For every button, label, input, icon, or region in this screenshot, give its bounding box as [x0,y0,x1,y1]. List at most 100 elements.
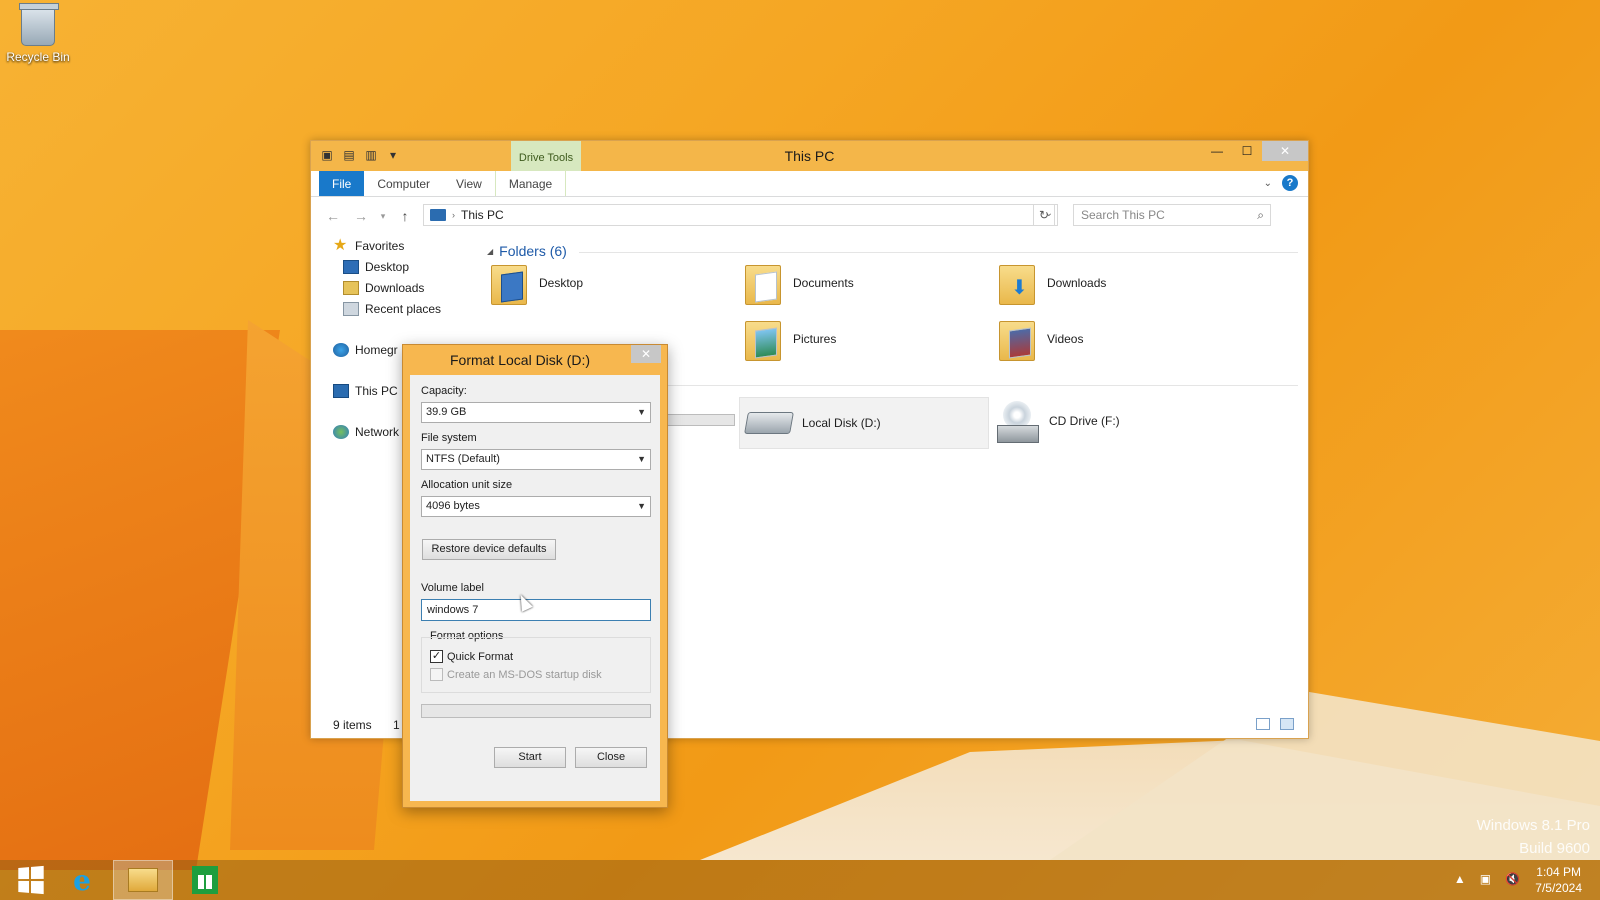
window-titlebar[interactable]: ▣ ▤ ▥ ▾ Drive Tools This PC — ☐ ✕ [311,141,1308,171]
address-bar[interactable]: › This PC ⌄ [423,204,1058,226]
recycle-bin-shortcut[interactable]: Recycle Bin [6,3,70,64]
windows-logo-icon [18,865,44,895]
large-icons-view-icon[interactable] [1280,718,1294,730]
file-system-select[interactable]: NTFS (Default) ▼ [421,449,651,470]
tab-manage[interactable]: Manage [494,171,567,196]
dialog-title: Format Local Disk (D:) [449,352,591,368]
up-button[interactable]: ↑ [395,206,415,226]
quick-format-checkbox[interactable]: ✓ Quick Format [430,650,513,663]
sidebar-item-homegroup[interactable]: Homegr [333,343,398,357]
taskbar-store[interactable] [175,860,235,900]
format-options-group: ✓ Quick Format Create an MS-DOS startup … [421,637,651,693]
network-status-icon[interactable]: ▣ [1480,872,1491,886]
chevron-down-icon: ▼ [637,407,646,417]
dialog-close-button[interactable]: ✕ [631,345,661,363]
network-icon [333,425,349,439]
start-button[interactable]: Start [494,747,566,768]
folder-item-desktop[interactable]: Desktop [489,261,583,305]
sidebar-item-desktop[interactable]: Desktop [343,260,409,274]
breadcrumb-separator-icon: › [452,210,455,220]
tab-file[interactable]: File [319,171,365,196]
search-input[interactable]: Search This PC ⌕ [1073,204,1271,226]
sidebar-item-this-pc[interactable]: This PC [333,384,398,398]
format-progress-bar [421,704,651,718]
collapse-triangle-icon: ◢ [487,246,494,256]
windows-watermark: Windows 8.1 Pro Build 9600 [1476,817,1590,857]
taskbar-file-explorer[interactable] [113,860,173,900]
chevron-down-icon: ▼ [637,454,646,464]
volume-label-input[interactable]: windows 7 [421,599,651,621]
show-hidden-icons-icon[interactable]: ▲ [1454,872,1466,886]
folder-item-videos[interactable]: Videos [997,317,1083,361]
allocation-unit-label: Allocation unit size [421,479,513,491]
recycle-bin-label: Recycle Bin [6,50,70,64]
recent-places-icon [343,302,359,316]
help-icon[interactable]: ? [1282,175,1298,191]
tab-view[interactable]: View [443,171,495,196]
capacity-label: Capacity: [421,385,467,397]
sidebar-item-recent-places[interactable]: Recent places [343,302,441,316]
taskbar-internet-explorer[interactable]: e [52,860,112,900]
sidebar-item-network[interactable]: Network [333,425,399,439]
internet-explorer-icon: e [73,863,91,897]
search-icon[interactable]: ⌕ [1257,205,1264,225]
maximize-button[interactable]: ☐ [1232,141,1262,161]
window-title: This PC [784,148,835,164]
folder-item-downloads[interactable]: Downloads [997,261,1106,305]
folder-item-pictures[interactable]: Pictures [743,317,836,361]
close-button[interactable]: ✕ [1262,141,1308,161]
start-button[interactable] [0,860,60,900]
close-dialog-button[interactable]: Close [575,747,647,768]
file-explorer-icon [128,868,158,892]
ribbon-tabs: File Computer View Manage ⌄ ? [311,171,1308,197]
checkbox-checked-icon: ✓ [430,650,443,663]
sidebar-item-favorites[interactable]: ★ Favorites [333,237,404,254]
drive-item-local-disk-d[interactable]: Local Disk (D:) [739,397,989,449]
details-view-icon[interactable] [1256,718,1270,730]
back-button[interactable]: ← [323,206,343,226]
chevron-down-icon: ▼ [637,501,646,511]
msdos-startup-checkbox[interactable]: Create an MS-DOS startup disk [430,668,602,681]
volume-muted-icon[interactable]: 🔇 [1505,872,1520,886]
divider [579,252,1298,253]
drive-item-cd-drive-f[interactable]: CD Drive (F:) [995,399,1120,443]
downloads-folder-icon [997,261,1037,305]
item-count: 9 items [333,718,372,732]
pc-icon [430,209,446,221]
breadcrumb: This PC [461,208,504,222]
restore-defaults-button[interactable]: Restore device defaults [422,539,556,560]
taskbar: e ▲ ▣ 🔇 1:04 PM 7/5/2024 [0,860,1600,900]
minimize-button[interactable]: — [1202,141,1232,161]
dialog-body: Capacity: 39.9 GB ▼ File system NTFS (De… [410,375,660,801]
cd-drive-icon [995,399,1039,443]
taskbar-clock[interactable]: 1:04 PM 7/5/2024 [1535,864,1582,896]
pictures-folder-icon [743,317,783,361]
desktop-folder-icon [489,261,529,305]
folder-item-documents[interactable]: Documents [743,261,854,305]
homegroup-icon [333,343,349,357]
forward-button[interactable]: → [351,206,371,226]
recycle-bin-icon [19,3,59,46]
hard-drive-icon [744,412,794,434]
system-tray: ▲ ▣ 🔇 [1454,872,1520,886]
recent-locations-icon[interactable]: ▾ [373,206,393,226]
format-dialog: Format Local Disk (D:) ✕ Capacity: 39.9 … [402,344,668,808]
refresh-button[interactable]: ↻ [1033,204,1055,226]
address-row: ← → ▾ ↑ › This PC ⌄ ↻ Search This PC ⌕ [311,197,1308,233]
checkbox-unchecked-icon [430,668,443,681]
documents-folder-icon [743,261,783,305]
capacity-select[interactable]: 39.9 GB ▼ [421,402,651,423]
desktop-icon [343,260,359,274]
volume-label-label: Volume label [421,582,484,594]
expand-ribbon-icon[interactable]: ⌄ [1264,178,1272,189]
videos-folder-icon [997,317,1037,361]
star-icon: ★ [333,237,348,254]
drive-usage-bar [665,414,735,426]
folders-group-header[interactable]: ◢ Folders (6) [487,243,567,259]
pc-icon [333,384,349,398]
search-placeholder: Search This PC [1081,208,1165,222]
allocation-unit-select[interactable]: 4096 bytes ▼ [421,496,651,517]
sidebar-item-downloads[interactable]: Downloads [343,281,424,295]
store-icon [192,866,218,894]
tab-computer[interactable]: Computer [364,171,443,196]
